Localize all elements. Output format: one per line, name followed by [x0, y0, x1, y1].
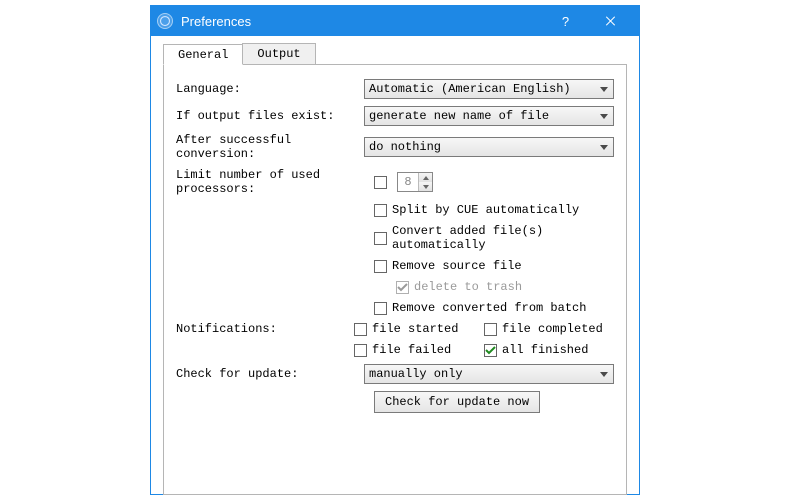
checkbox-delete-trash	[396, 281, 409, 294]
label-if-exist: If output files exist:	[176, 109, 364, 123]
checkbox-remove-src[interactable]	[374, 260, 387, 273]
dropdown-language-value: Automatic (American English)	[369, 82, 571, 96]
tab-row: General Output	[163, 43, 627, 65]
check-update-button[interactable]: Check for update now	[374, 391, 540, 413]
label-file-started: file started	[372, 322, 458, 336]
triangle-down-icon	[423, 185, 429, 189]
dropdown-update[interactable]: manually only	[364, 364, 614, 384]
label-remove-batch: Remove converted from batch	[392, 301, 586, 315]
checkbox-all-finished[interactable]	[484, 344, 497, 357]
checkbox-split-cue[interactable]	[374, 204, 387, 217]
dropdown-if-exist-value: generate new name of file	[369, 109, 549, 123]
label-file-completed: file completed	[502, 322, 603, 336]
tab-general[interactable]: General	[163, 44, 243, 65]
chevron-down-icon	[600, 87, 608, 92]
help-icon: ?	[562, 14, 569, 29]
label-language: Language:	[176, 82, 364, 96]
spinner-processors[interactable]: 8	[397, 172, 433, 192]
dropdown-after-conv[interactable]: do nothing	[364, 137, 614, 157]
label-notifications: Notifications:	[176, 322, 354, 336]
close-icon	[606, 16, 616, 26]
dropdown-update-value: manually only	[369, 367, 463, 381]
dropdown-after-conv-value: do nothing	[369, 140, 441, 154]
label-all-finished: all finished	[502, 343, 588, 357]
help-button[interactable]: ?	[543, 6, 588, 36]
label-delete-trash: delete to trash	[414, 280, 522, 294]
spinner-up-button[interactable]	[419, 173, 432, 182]
titlebar: Preferences ?	[151, 6, 639, 36]
check-update-button-label: Check for update now	[385, 395, 529, 409]
preferences-window: Preferences ? General Output Language: A…	[150, 5, 640, 495]
label-split-cue: Split by CUE automatically	[392, 203, 579, 217]
tab-output[interactable]: Output	[242, 43, 315, 64]
spinner-processors-value: 8	[398, 173, 418, 191]
checkbox-limit-proc[interactable]	[374, 176, 387, 189]
app-icon	[157, 13, 173, 29]
chevron-down-icon	[600, 114, 608, 119]
checkbox-convert-added[interactable]	[374, 232, 387, 245]
label-update: Check for update:	[176, 367, 364, 381]
chevron-down-icon	[600, 372, 608, 377]
label-file-failed: file failed	[372, 343, 451, 357]
checkbox-remove-batch[interactable]	[374, 302, 387, 315]
window-body: General Output Language: Automatic (Amer…	[151, 43, 639, 495]
checkbox-file-completed[interactable]	[484, 323, 497, 336]
dropdown-if-exist[interactable]: generate new name of file	[364, 106, 614, 126]
label-convert-added: Convert added file(s) automatically	[392, 224, 614, 252]
dropdown-language[interactable]: Automatic (American English)	[364, 79, 614, 99]
label-remove-src: Remove source file	[392, 259, 522, 273]
label-after-conv: After successful conversion:	[176, 133, 364, 161]
tab-panel-general: Language: Automatic (American English) I…	[163, 65, 627, 495]
chevron-down-icon	[600, 145, 608, 150]
checkbox-file-started[interactable]	[354, 323, 367, 336]
checkbox-file-failed[interactable]	[354, 344, 367, 357]
label-limit-proc: Limit number of used processors:	[176, 168, 374, 196]
triangle-up-icon	[423, 176, 429, 180]
spinner-down-button[interactable]	[419, 182, 432, 191]
window-title: Preferences	[181, 14, 543, 29]
close-button[interactable]	[588, 6, 633, 36]
